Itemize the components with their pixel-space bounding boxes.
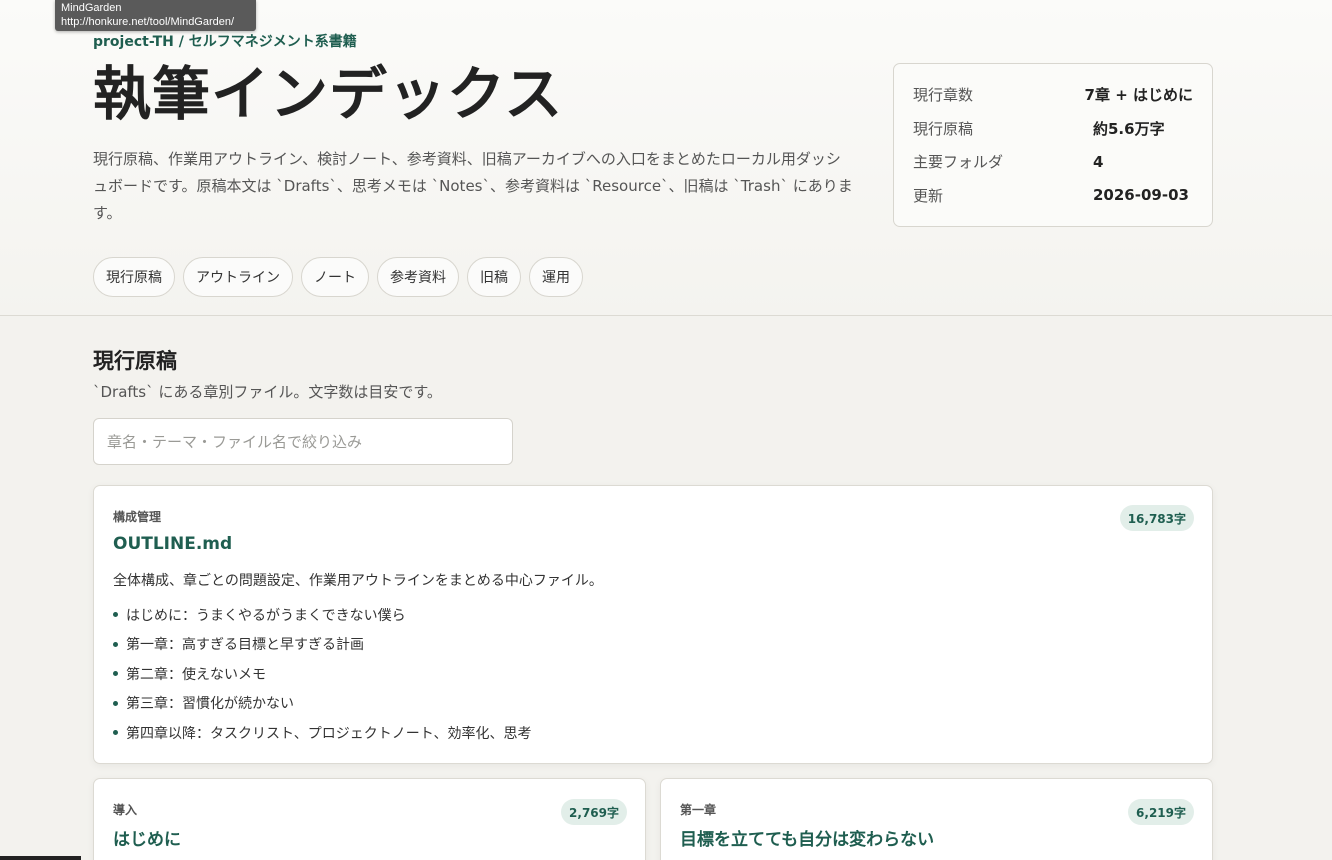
card-description: 全体構成、章ごとの問題設定、作業用アウトラインをまとめる中心ファイル。 bbox=[113, 573, 603, 589]
stat-row: 更新 2026-09-03 bbox=[913, 179, 1193, 213]
page-lead: 現行原稿、作業用アウトライン、検討ノート、参考資料、旧稿アーカイブへの入口をまと… bbox=[93, 150, 853, 222]
link-tooltip: MindGarden http://honkure.net/tool/MindG… bbox=[55, 0, 256, 31]
intro-card[interactable]: 導入 はじめに 2,769字 bbox=[93, 778, 646, 860]
list-item: 第三章：習慣化が続かない bbox=[113, 689, 531, 719]
list-item-text: 第一章：高すぎる目標と早すぎる計画 bbox=[126, 637, 364, 654]
section-description: `Drafts` にある章別ファイル。文字数は目安です。 bbox=[93, 383, 442, 401]
bullet-dot-icon bbox=[113, 730, 118, 736]
stats-panel: 現行章数 7章 + はじめに 現行原稿 約5.6万字 主要フォルダ 4 更新 2… bbox=[893, 63, 1213, 227]
char-count-badge: 16,783字 bbox=[1119, 505, 1194, 531]
stat-value: 7章 + はじめに bbox=[1084, 86, 1193, 105]
stat-row: 主要フォルダ 4 bbox=[913, 145, 1193, 179]
bullet-dot-icon bbox=[113, 700, 118, 706]
card-title[interactable]: はじめに bbox=[113, 825, 181, 850]
page-title: 執筆インデックス bbox=[93, 60, 564, 128]
outline-list: はじめに：うまくやるがうまくできない僕ら 第一章：高すぎる目標と早すぎる計画 第… bbox=[113, 600, 531, 748]
list-item: 第四章以降：タスクリスト、プロジェクトノート、効率化、思考 bbox=[113, 718, 531, 748]
card-kicker: 導入 bbox=[113, 803, 138, 817]
list-item-text: 第三章：習慣化が続かない bbox=[126, 696, 294, 713]
tooltip-url: http://honkure.net/tool/MindGarden/ bbox=[61, 16, 235, 28]
char-count-badge: 6,219字 bbox=[1128, 799, 1194, 825]
stat-row: 現行原稿 約5.6万字 bbox=[913, 112, 1193, 146]
card-kicker: 第一章 bbox=[680, 803, 717, 817]
chapter1-card[interactable]: 第一章 目標を立てても自分は変わらない 6,219字 bbox=[660, 778, 1213, 860]
stat-value: 2026-09-03 bbox=[1093, 186, 1189, 205]
nav-tag-operations[interactable]: 運用 bbox=[529, 257, 583, 297]
list-item: 第二章：使えないメモ bbox=[113, 659, 531, 689]
stat-value: 約5.6万字 bbox=[1093, 119, 1165, 138]
list-item-text: 第四章以降：タスクリスト、プロジェクトノート、効率化、思考 bbox=[126, 725, 532, 742]
bullet-dot-icon bbox=[113, 671, 118, 677]
list-item: 第一章：高すぎる目標と早すぎる計画 bbox=[113, 630, 531, 660]
stat-value: 4 bbox=[1093, 152, 1104, 171]
project-eyebrow: project-TH / セルフマネジメント系書籍 bbox=[93, 34, 357, 50]
stat-label: 主要フォルダ bbox=[913, 153, 1004, 172]
list-item-text: 第二章：使えないメモ bbox=[126, 666, 266, 683]
filter-input[interactable] bbox=[93, 418, 513, 465]
bullet-dot-icon bbox=[113, 612, 118, 618]
stat-row: 現行章数 7章 + はじめに bbox=[913, 78, 1193, 112]
nav-tag-resources[interactable]: 参考資料 bbox=[377, 257, 459, 297]
nav-tag-current-drafts[interactable]: 現行原稿 bbox=[93, 257, 175, 297]
tooltip-title: MindGarden bbox=[61, 2, 122, 14]
bullet-dot-icon bbox=[113, 641, 118, 647]
list-item-text: はじめに：うまくやるがうまくできない僕ら bbox=[126, 607, 406, 624]
section-nav: 現行原稿 アウトライン ノート 参考資料 旧稿 運用 bbox=[93, 257, 583, 297]
section-title: 現行原稿 bbox=[93, 349, 177, 373]
status-bar-edge bbox=[0, 856, 81, 860]
list-item: はじめに：うまくやるがうまくできない僕ら bbox=[113, 600, 531, 630]
card-title[interactable]: OUTLINE.md bbox=[113, 534, 232, 554]
nav-tag-notes[interactable]: ノート bbox=[301, 257, 369, 297]
card-title[interactable]: 目標を立てても自分は変わらない bbox=[680, 825, 934, 850]
stat-label: 現行原稿 bbox=[913, 119, 974, 138]
nav-tag-old-drafts[interactable]: 旧稿 bbox=[467, 257, 521, 297]
stat-label: 更新 bbox=[913, 186, 944, 205]
card-kicker: 構成管理 bbox=[113, 510, 162, 524]
char-count-badge: 2,769字 bbox=[561, 799, 627, 825]
stat-label: 現行章数 bbox=[913, 86, 974, 105]
outline-card[interactable]: 構成管理 OUTLINE.md 16,783字 全体構成、章ごとの問題設定、作業… bbox=[93, 485, 1213, 764]
nav-tag-outline[interactable]: アウトライン bbox=[183, 257, 293, 297]
